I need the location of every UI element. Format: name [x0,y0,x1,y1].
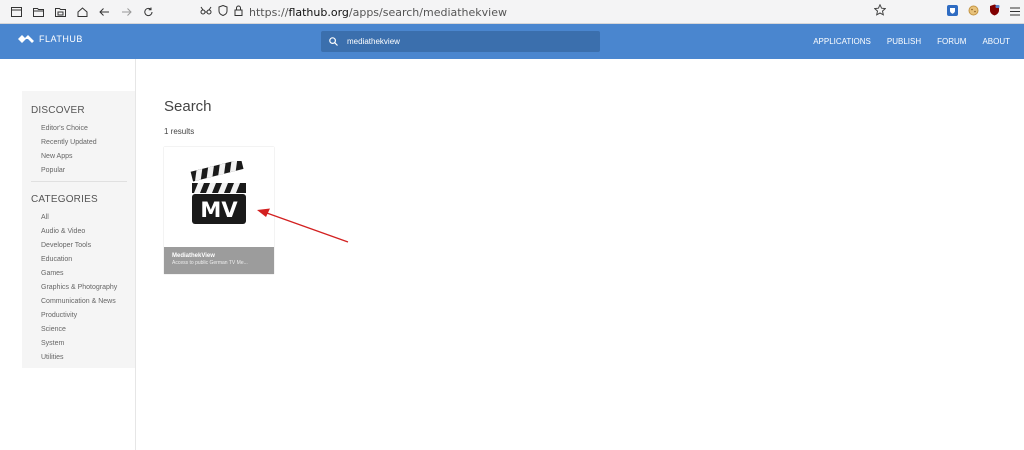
search-icon [329,37,338,46]
forward-arrow-icon[interactable] [115,1,137,23]
cookie-extension-icon[interactable] [968,3,979,21]
nav-forum[interactable]: FORUM [937,37,966,46]
logo-text: FLATHUB [39,34,83,44]
result-count: 1 results [164,127,195,136]
site-header: FLATHUB APPLICATIONS PUBLISH FORUM ABOUT [0,24,1024,59]
bitwarden-extension-icon[interactable] [947,3,958,21]
search-box[interactable] [321,31,600,52]
clapperboard-icon: MV [190,161,246,224]
app-description: Access to public German TV Me... [172,260,248,266]
lock-icon[interactable] [234,5,243,19]
sidebar-item-productivity[interactable]: Productivity [22,309,135,323]
sidebar-icon[interactable] [5,1,27,23]
page-title: Search [164,98,212,115]
app-icon-text: MV [200,198,238,222]
sidebar-item-games[interactable]: Games [22,267,135,281]
sidebar-item-education[interactable]: Education [22,253,135,267]
flathub-logo[interactable]: FLATHUB [18,33,83,45]
shield-icon[interactable] [218,4,228,19]
url-host: flathub.org [288,5,349,19]
sidebar-item-system[interactable]: System [22,337,135,351]
sidebar-item-communication-news[interactable]: Communication & News [22,295,135,309]
nav-about[interactable]: ABOUT [982,37,1010,46]
ublock-extension-icon[interactable] [989,3,1000,21]
browser-toolbar: https://flathub.org/apps/search/mediathe… [0,0,1024,24]
url-path: /apps/search/mediathekview [348,5,507,19]
sidebar-item-graphics-photography[interactable]: Graphics & Photography [22,281,135,295]
sidebar-item-utilities[interactable]: Utilities [22,351,135,365]
sidebar-divider [135,59,136,450]
nav-applications[interactable]: APPLICATIONS [813,37,871,46]
sidebar-item-popular[interactable]: Popular [22,164,135,178]
app-card-footer: MediathekView Access to public German TV… [164,247,274,274]
sidebar-item-developer-tools[interactable]: Developer Tools [22,239,135,253]
menu-icon[interactable] [1010,3,1020,21]
app-name: MediathekView [172,253,215,259]
open-folder-icon[interactable] [49,1,71,23]
sidebar-item-editors-choice[interactable]: Editor's Choice [22,122,135,136]
flathub-logo-icon [18,35,34,43]
site-nav: APPLICATIONS PUBLISH FORUM ABOUT [813,37,1010,46]
sidebar-item-all[interactable]: All [22,211,135,225]
annotation-arrow [257,208,349,243]
categories-heading: CATEGORIES [31,194,98,205]
url-bar[interactable]: https://flathub.org/apps/search/mediathe… [200,3,507,21]
sidebar-item-audio-video[interactable]: Audio & Video [22,225,135,239]
folder-icon[interactable] [27,1,49,23]
browser-nav-buttons [0,1,159,23]
discover-heading: DISCOVER [31,105,85,116]
sidebar: DISCOVER Editor's Choice Recently Update… [22,91,135,368]
extension-icons [947,3,1020,21]
back-arrow-icon[interactable] [93,1,115,23]
sidebar-item-recently-updated[interactable]: Recently Updated [22,136,135,150]
sidebar-item-science[interactable]: Science [22,323,135,337]
nav-publish[interactable]: PUBLISH [887,37,921,46]
bookmark-star-icon[interactable] [873,3,887,19]
url-text[interactable]: https://flathub.org/apps/search/mediathe… [249,6,507,19]
url-prefix: https:// [249,5,289,19]
reload-icon[interactable] [137,1,159,23]
sidebar-item-new-apps[interactable]: New Apps [22,150,135,164]
search-input[interactable] [347,37,587,46]
tracking-protection-icon[interactable] [200,5,212,19]
home-icon[interactable] [71,1,93,23]
